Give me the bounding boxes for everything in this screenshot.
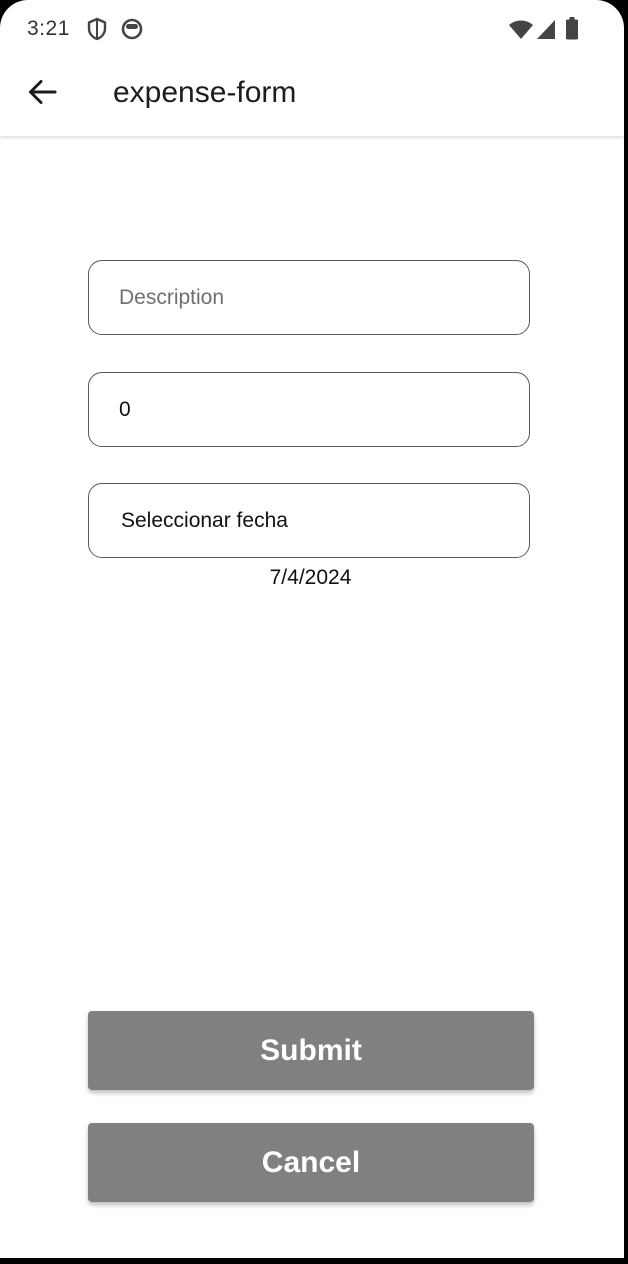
face-icon — [121, 18, 143, 40]
device-screen: 3:21 expense-form Description 0 Seleccio… — [0, 0, 624, 1258]
description-field — [88, 260, 530, 335]
select-date-label: Seleccionar fecha — [121, 508, 288, 532]
back-button[interactable] — [20, 70, 64, 114]
description-input[interactable] — [89, 261, 529, 334]
amount-field — [88, 372, 530, 447]
page-title: expense-form — [113, 76, 297, 109]
signal-icon — [537, 20, 555, 39]
status-time: 3:21 — [27, 17, 70, 40]
battery-icon — [566, 17, 578, 40]
submit-button[interactable]: Submit — [88, 1011, 534, 1090]
wifi-icon — [509, 20, 533, 39]
cancel-button[interactable]: Cancel — [88, 1123, 534, 1202]
amount-input[interactable] — [89, 373, 529, 446]
shield-icon — [87, 17, 107, 41]
selected-date: 7/4/2024 — [269, 566, 352, 589]
status-bar: 3:21 — [0, 0, 624, 58]
select-date-button[interactable]: Seleccionar fecha — [88, 483, 530, 558]
arrow-left-icon — [29, 80, 57, 104]
app-bar: expense-form — [0, 58, 624, 136]
